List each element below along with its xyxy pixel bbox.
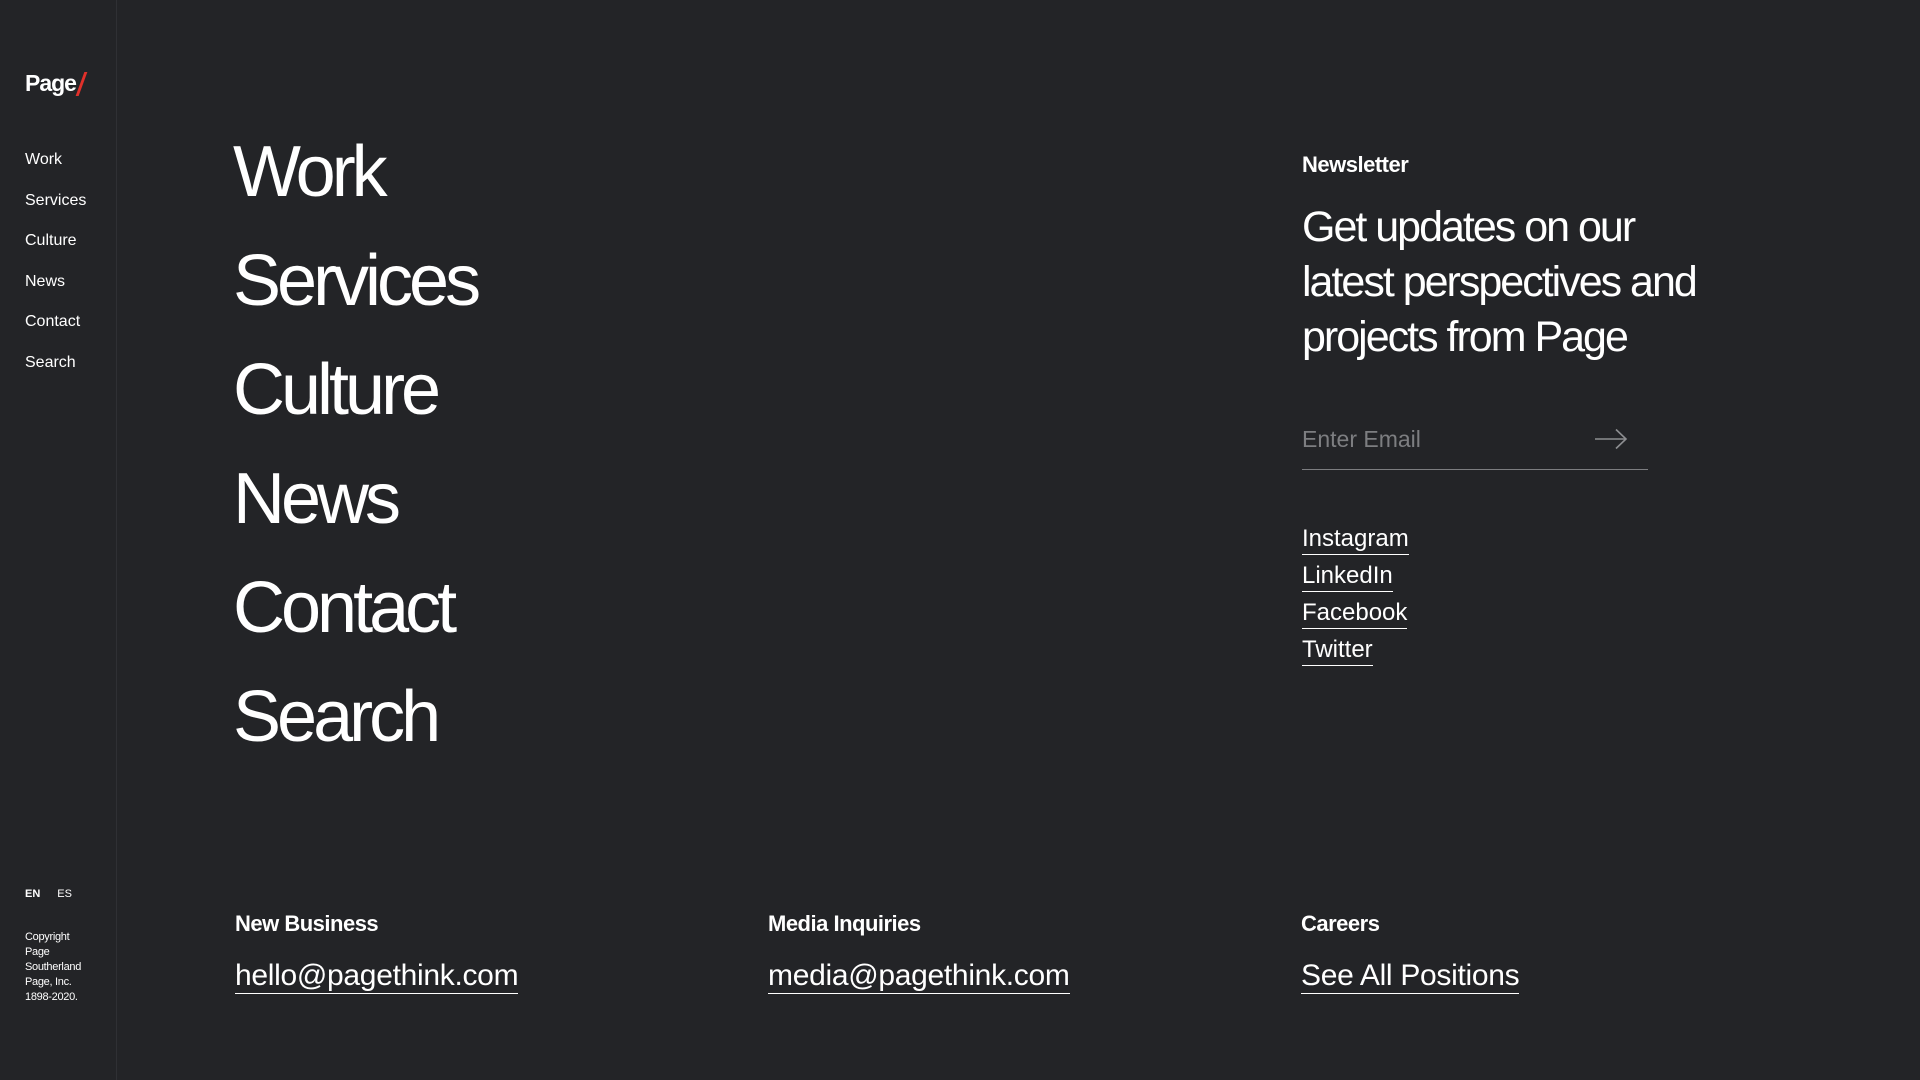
language-en[interactable]: EN [25, 888, 40, 900]
social-links: Instagram LinkedIn Facebook Twitter [1302, 524, 1409, 672]
sidebar-item-news[interactable]: News [25, 272, 86, 313]
new-business-label: New Business [235, 911, 379, 936]
footer-careers: Careers See All Positions [1301, 911, 1520, 994]
email-input[interactable] [1302, 414, 1582, 464]
footer-new-business: New Business hello@pagethink.com [235, 911, 519, 994]
main-nav-news[interactable]: News [233, 457, 477, 566]
logo-text: Page [25, 70, 77, 96]
social-link-facebook[interactable]: Facebook [1302, 598, 1408, 629]
sidebar-item-work[interactable]: Work [25, 150, 86, 191]
social-link-twitter[interactable]: Twitter [1302, 635, 1373, 666]
main-nav-services[interactable]: Services [233, 239, 481, 348]
main-nav-contact[interactable]: Contact [233, 566, 477, 675]
email-form [1302, 414, 1648, 470]
logo-slash-icon [75, 71, 88, 96]
logo[interactable]: Page [25, 70, 88, 97]
sidebar-item-search[interactable]: Search [25, 353, 86, 394]
language-switcher: EN ES [25, 888, 72, 900]
new-business-email-link[interactable]: hello@pagethink.com [235, 959, 519, 994]
arrow-right-icon[interactable] [1594, 428, 1628, 450]
newsletter-heading: Newsletter [1302, 152, 1409, 177]
footer-media-inquiries: Media Inquiries media@pagethink.com [768, 911, 1070, 994]
careers-label: Careers [1301, 911, 1380, 936]
media-inquiries-label: Media Inquiries [768, 911, 921, 936]
social-link-instagram[interactable]: Instagram [1302, 524, 1409, 555]
language-es[interactable]: ES [57, 888, 72, 900]
copyright: Copyright Page Southerland Page, Inc. 18… [25, 931, 82, 1003]
newsletter-description: Get updates on our latest perspectives a… [1302, 203, 1698, 361]
sidebar-item-services[interactable]: Services [25, 191, 86, 232]
newsletter-section: Newsletter Get updates on our latest per… [1302, 152, 1732, 666]
social-link-linkedin[interactable]: LinkedIn [1302, 561, 1393, 592]
careers-link[interactable]: See All Positions [1301, 959, 1520, 994]
sidebar-nav: Work Services Culture News Contact Searc… [25, 150, 86, 394]
main-nav-search[interactable]: Search [233, 675, 477, 784]
sidebar: Page Work Services Culture News Contact … [0, 0, 117, 1080]
main-nav-work[interactable]: Work [233, 130, 477, 239]
main-nav-culture[interactable]: Culture [233, 348, 477, 457]
media-email-link[interactable]: media@pagethink.com [768, 959, 1070, 994]
sidebar-item-culture[interactable]: Culture [25, 231, 86, 272]
main-nav: Work Services Culture News Contact Searc… [233, 130, 481, 784]
sidebar-item-contact[interactable]: Contact [25, 312, 86, 353]
